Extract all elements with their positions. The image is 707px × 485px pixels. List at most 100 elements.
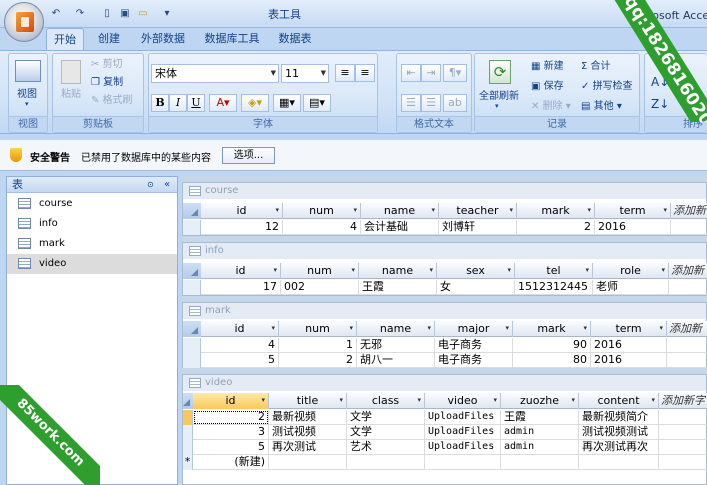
table-cell[interactable] (347, 455, 425, 470)
copy-button[interactable]: ❐ 复制 (91, 74, 123, 91)
table-cell[interactable]: admin (501, 425, 579, 440)
column-header[interactable]: id ▾ (201, 203, 283, 219)
more-button[interactable]: ▤ 其他 ▾ (581, 98, 622, 115)
tab-datasheet[interactable]: 数据表 (272, 28, 318, 50)
tab-external-data[interactable]: 外部数据 (136, 28, 190, 50)
table-cell[interactable]: UploadFiles (425, 410, 501, 425)
chevron-down-icon[interactable]: ▾ (505, 321, 509, 336)
column-header[interactable]: name ▾ (357, 321, 435, 337)
table-cell[interactable]: 2 (279, 353, 357, 368)
chevron-down-icon[interactable]: ▾ (427, 321, 431, 336)
table-cell[interactable] (269, 455, 347, 470)
chevron-down-icon[interactable]: ▾ (271, 321, 275, 336)
font-size-combo[interactable]: 11 ▼ (281, 64, 329, 83)
office-button[interactable] (4, 2, 44, 42)
sort-ascending-icon[interactable]: A↓ (651, 74, 669, 91)
tab-home[interactable]: 开始 (46, 28, 84, 50)
chevron-down-icon[interactable]: ▾ (661, 263, 665, 278)
table-cell[interactable]: 女 (437, 280, 515, 295)
table-cell[interactable]: 艺术 (347, 440, 425, 455)
row-selector[interactable] (183, 425, 193, 440)
table-cell[interactable]: UploadFiles (425, 440, 501, 455)
nav-item-video[interactable]: video (7, 254, 177, 274)
fill-color-button[interactable]: ◈▾ (241, 94, 269, 112)
select-all-corner[interactable] (183, 393, 193, 409)
decrease-indent-button[interactable]: ⇤ (401, 64, 421, 82)
alt-fill-button[interactable]: ▤▾ (303, 94, 331, 112)
chevron-down-icon[interactable]: ▾ (349, 321, 353, 336)
table-cell[interactable]: 文学 (347, 425, 425, 440)
nav-pane-header[interactable]: 表 ⊙ « (7, 177, 177, 193)
table-cell[interactable]: 胡八一 (357, 353, 435, 368)
column-header[interactable]: num ▾ (281, 263, 359, 279)
row-selector[interactable] (183, 338, 201, 353)
table-cell[interactable]: 电子商务 (435, 353, 513, 368)
chevron-down-icon[interactable]: ▾ (585, 263, 589, 278)
underline-button[interactable]: U (187, 94, 205, 112)
column-header[interactable]: content ▾ (579, 393, 659, 409)
table-cell[interactable]: 老师 (593, 280, 669, 295)
italic-button[interactable]: I (169, 94, 187, 112)
chevron-down-icon[interactable]: ▾ (431, 203, 435, 218)
chevron-down-icon[interactable]: ▾ (509, 203, 513, 218)
increase-indent-button[interactable]: ⇥ (421, 64, 441, 82)
undo-icon[interactable]: ↶ (49, 8, 63, 20)
bold-button[interactable]: B (151, 94, 169, 112)
font-color-button[interactable]: A▾ (209, 94, 237, 112)
collapse-pane-icon[interactable]: « (164, 177, 170, 193)
table-cell[interactable]: 4 (283, 220, 361, 235)
chevron-down-icon[interactable]: ▾ (507, 263, 511, 278)
chevron-down-icon[interactable]: ▾ (493, 393, 497, 408)
spelling-button[interactable]: ✓ 拼写检查 (581, 78, 633, 95)
row-selector[interactable] (183, 440, 193, 455)
add-new-field-header[interactable]: 添加新字 (659, 393, 707, 409)
new-record-button[interactable]: ▦ 新建 (531, 58, 564, 75)
rtl-button[interactable]: ¶▾ (443, 64, 467, 82)
row-selector[interactable] (183, 353, 201, 368)
add-new-field-header[interactable]: 添加新 (669, 263, 707, 279)
column-header[interactable]: name ▾ (361, 203, 439, 219)
save-icon[interactable]: ▣ (118, 8, 132, 20)
tab-database-tools[interactable]: 数据库工具 (200, 28, 264, 50)
bullets-button[interactable]: ☰ (401, 94, 421, 112)
table-cell[interactable]: UploadFiles (425, 425, 501, 440)
table-cell[interactable]: 最新视频 (269, 410, 347, 425)
column-header[interactable]: sex ▾ (437, 263, 515, 279)
table-row[interactable]: 17 002 王霞 女 1512312445 老师 (183, 280, 707, 295)
chevron-down-icon[interactable]: ▾ (571, 393, 575, 408)
delete-record-button[interactable]: ✕ 删除 ▾ (531, 98, 571, 115)
add-new-field-header[interactable]: 添加新 (667, 321, 707, 337)
table-cell[interactable]: 再次测试 (269, 440, 347, 455)
table-cell[interactable]: 1512312445 (515, 280, 593, 295)
table-cell[interactable]: admin (501, 440, 579, 455)
nav-item-course[interactable]: course (7, 194, 177, 214)
cut-button[interactable]: ✂ 剪切 (91, 56, 123, 73)
mark-table-title[interactable]: mark (183, 303, 706, 319)
chevron-down-icon[interactable]: ▾ (339, 393, 343, 408)
redo-icon[interactable]: ↷ (73, 8, 87, 20)
nav-item-info[interactable]: info (7, 214, 177, 234)
table-cell[interactable] (501, 455, 579, 470)
column-header[interactable]: mark ▾ (513, 321, 591, 337)
numbering-button[interactable]: ☰ (421, 94, 441, 112)
totals-button[interactable]: Σ 合计 (581, 58, 611, 75)
refresh-all-button[interactable]: 全部刷新 (479, 88, 519, 105)
chevron-down-icon[interactable]: ▾ (351, 263, 355, 278)
chevron-down-icon[interactable]: ▾ (429, 263, 433, 278)
select-all-corner[interactable] (183, 203, 201, 219)
table-cell[interactable]: 刘博轩 (439, 220, 517, 235)
column-header[interactable]: zuozhe ▾ (501, 393, 579, 409)
chevron-down-icon[interactable]: ▾ (583, 321, 587, 336)
column-header[interactable]: teacher ▾ (439, 203, 517, 219)
table-cell[interactable]: 王霞 (501, 410, 579, 425)
tab-create[interactable]: 创建 (92, 28, 126, 50)
column-header[interactable]: role ▾ (593, 263, 669, 279)
open-icon[interactable]: ▭ (136, 8, 150, 20)
table-cell[interactable]: 90 (513, 338, 591, 353)
chevron-down-icon[interactable]: ▾ (659, 321, 663, 336)
select-all-corner[interactable] (183, 321, 201, 337)
table-cell[interactable]: 002 (281, 280, 359, 295)
highlight-button[interactable]: ab (443, 94, 467, 112)
table-cell[interactable]: 2016 (595, 220, 671, 235)
column-header[interactable]: tel ▾ (515, 263, 593, 279)
